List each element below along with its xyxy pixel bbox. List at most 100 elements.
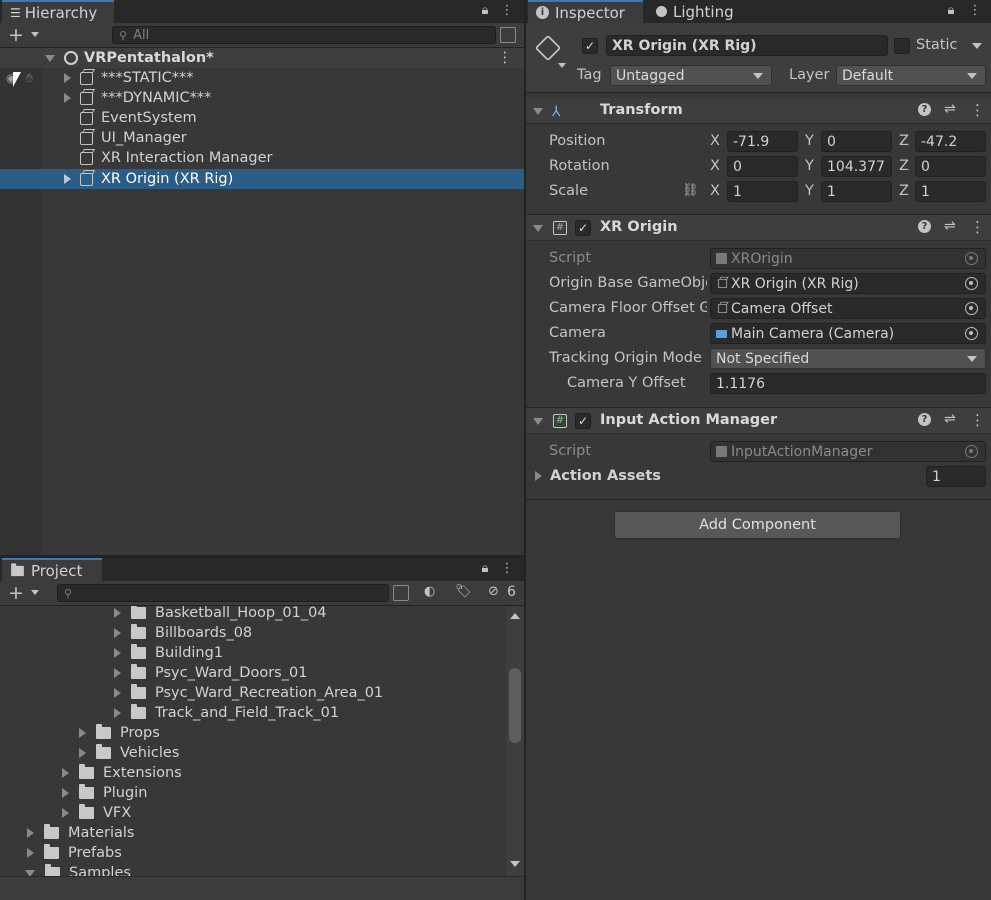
- presets-icon[interactable]: ⇌: [944, 218, 956, 234]
- hierarchy-search-input[interactable]: ⚲ All: [112, 26, 496, 44]
- add-create-button[interactable]: +: [8, 24, 24, 46]
- expand-arrow-icon[interactable]: [79, 748, 86, 758]
- constrain-proportions-icon[interactable]: ⛓︎: [682, 183, 699, 198]
- object-name-field[interactable]: XR Origin (XR Rig): [606, 35, 888, 56]
- tab-lighting[interactable]: Lighting: [648, 0, 748, 23]
- expand-arrow-icon[interactable]: [62, 808, 69, 818]
- scale-x-field[interactable]: 1: [727, 181, 798, 202]
- add-component-button[interactable]: Add Component: [614, 511, 901, 539]
- scroll-down-arrow-icon[interactable]: [510, 861, 520, 867]
- static-dropdown-arrow-icon[interactable]: [972, 43, 982, 49]
- transform-header[interactable]: ⅄ Transform ? ⇌ ⋮: [526, 98, 991, 124]
- component-menu-icon[interactable]: ⋮: [970, 218, 985, 236]
- rotation-x-field[interactable]: 0: [727, 156, 798, 177]
- expand-arrow-icon[interactable]: [27, 828, 34, 838]
- help-icon[interactable]: ?: [918, 413, 931, 426]
- tab-inspector[interactable]: i Inspector: [528, 0, 643, 23]
- position-z-field[interactable]: -47.2: [915, 131, 986, 152]
- scrollbar-thumb[interactable]: [509, 668, 521, 743]
- add-create-button[interactable]: +: [8, 582, 24, 604]
- collapse-arrow-icon[interactable]: [533, 225, 543, 232]
- project-folder-row[interactable]: Materials: [0, 823, 506, 843]
- collapse-arrow-icon[interactable]: [533, 418, 543, 425]
- project-folder-row[interactable]: Building1: [0, 643, 506, 663]
- search-options-icon[interactable]: [500, 27, 516, 43]
- more-options-icon[interactable]: ⋮: [500, 561, 514, 577]
- scene-menu-icon[interactable]: ⋮: [498, 50, 513, 66]
- hierarchy-row-ui-manager[interactable]: UI_Manager: [0, 128, 524, 148]
- expand-arrow-icon[interactable]: [62, 788, 69, 798]
- lock-icon[interactable]: 🔒︎: [944, 3, 958, 19]
- tab-project[interactable]: Project: [2, 558, 102, 581]
- hidden-packages-icon[interactable]: ⊘: [488, 584, 499, 599]
- expand-arrow-icon[interactable]: [64, 73, 71, 83]
- object-picker-icon[interactable]: [965, 302, 978, 315]
- presets-icon[interactable]: ⇌: [944, 411, 956, 427]
- project-folder-row[interactable]: Vehicles: [0, 743, 506, 763]
- expand-arrow-icon[interactable]: [27, 848, 34, 858]
- expand-arrow-icon[interactable]: [114, 628, 121, 638]
- script-field[interactable]: InputActionManager: [710, 441, 986, 462]
- camera-floor-offset-field[interactable]: Camera Offset: [710, 298, 986, 319]
- expand-arrow-icon[interactable]: [79, 728, 86, 738]
- expand-arrow-icon[interactable]: [62, 768, 69, 778]
- camera-y-offset-field[interactable]: 1.1176: [710, 373, 986, 394]
- rotation-z-field[interactable]: 0: [915, 156, 986, 177]
- component-menu-icon[interactable]: ⋮: [970, 101, 985, 119]
- filter-by-label-icon[interactable]: 🏷︎: [455, 584, 472, 599]
- hierarchy-row-xr-interaction-manager[interactable]: XR Interaction Manager: [0, 148, 524, 168]
- hierarchy-row-eventsystem[interactable]: EventSystem: [0, 108, 524, 128]
- project-folder-row[interactable]: Extensions: [0, 763, 506, 783]
- scroll-up-arrow-icon[interactable]: [510, 613, 520, 619]
- scale-z-field[interactable]: 1: [915, 181, 986, 202]
- project-folder-row[interactable]: Billboards_08: [0, 623, 506, 643]
- component-enabled-checkbox[interactable]: ✓: [575, 220, 591, 236]
- icon-dropdown-arrow-icon[interactable]: [558, 63, 566, 68]
- more-options-icon[interactable]: ⋮: [500, 3, 514, 19]
- project-search-input[interactable]: ⚲: [57, 584, 389, 602]
- more-options-icon[interactable]: ⋮: [968, 3, 982, 19]
- lock-icon[interactable]: 🔒︎: [478, 3, 492, 19]
- expand-arrow-icon[interactable]: [114, 688, 121, 698]
- expand-arrow-icon[interactable]: [535, 471, 542, 481]
- component-menu-icon[interactable]: ⋮: [970, 411, 985, 429]
- chevron-down-icon[interactable]: [31, 32, 39, 37]
- pick-hand-icon[interactable]: ✋︎: [26, 71, 33, 86]
- expand-arrow-icon[interactable]: [114, 708, 121, 718]
- collapse-arrow-icon[interactable]: [533, 108, 543, 115]
- xr-origin-header[interactable]: # ✓ XR Origin ? ⇌ ⋮: [526, 215, 991, 241]
- action-assets-count-field[interactable]: 1: [926, 466, 986, 487]
- hierarchy-row-dynamic[interactable]: ***DYNAMIC***: [0, 88, 524, 108]
- object-picker-icon[interactable]: [965, 252, 978, 265]
- filter-by-type-icon[interactable]: ◐: [424, 584, 435, 599]
- active-checkbox[interactable]: ✓: [582, 38, 598, 54]
- project-folder-row[interactable]: Prefabs: [0, 843, 506, 863]
- expand-arrow-icon[interactable]: [114, 608, 121, 618]
- help-icon[interactable]: ?: [918, 103, 931, 116]
- chevron-down-icon[interactable]: [31, 590, 39, 595]
- position-x-field[interactable]: -71.9: [727, 131, 798, 152]
- object-picker-icon[interactable]: [965, 277, 978, 290]
- help-icon[interactable]: ?: [918, 220, 931, 233]
- lock-icon[interactable]: 🔒︎: [478, 561, 492, 577]
- gameobject-large-icon[interactable]: [534, 34, 562, 62]
- static-checkbox[interactable]: [894, 38, 910, 54]
- layer-dropdown[interactable]: Default: [836, 65, 986, 86]
- scene-row[interactable]: VRPentathalon* ⋮: [0, 48, 524, 68]
- action-assets-label[interactable]: Action Assets: [550, 468, 661, 484]
- origin-base-field[interactable]: XR Origin (XR Rig): [710, 273, 986, 294]
- expand-arrow-icon[interactable]: [64, 174, 71, 184]
- expand-arrow-icon[interactable]: [64, 93, 71, 103]
- hierarchy-row-static[interactable]: ◉ ✋︎ ***STATIC***: [0, 68, 524, 88]
- rotation-y-field[interactable]: 104.377: [821, 156, 892, 177]
- project-folder-row[interactable]: Basketball_Hoop_01_04: [0, 606, 506, 623]
- expand-arrow-icon[interactable]: [45, 54, 55, 62]
- project-folder-row[interactable]: Track_and_Field_Track_01: [0, 703, 506, 723]
- presets-icon[interactable]: ⇌: [944, 101, 956, 117]
- camera-field[interactable]: Main Camera (Camera): [710, 323, 986, 344]
- project-folder-row[interactable]: Plugin: [0, 783, 506, 803]
- input-action-manager-header[interactable]: # ✓ Input Action Manager ? ⇌ ⋮: [526, 408, 991, 434]
- search-options-icon[interactable]: [393, 585, 409, 601]
- project-folder-row[interactable]: VFX: [0, 803, 506, 823]
- position-y-field[interactable]: 0: [821, 131, 892, 152]
